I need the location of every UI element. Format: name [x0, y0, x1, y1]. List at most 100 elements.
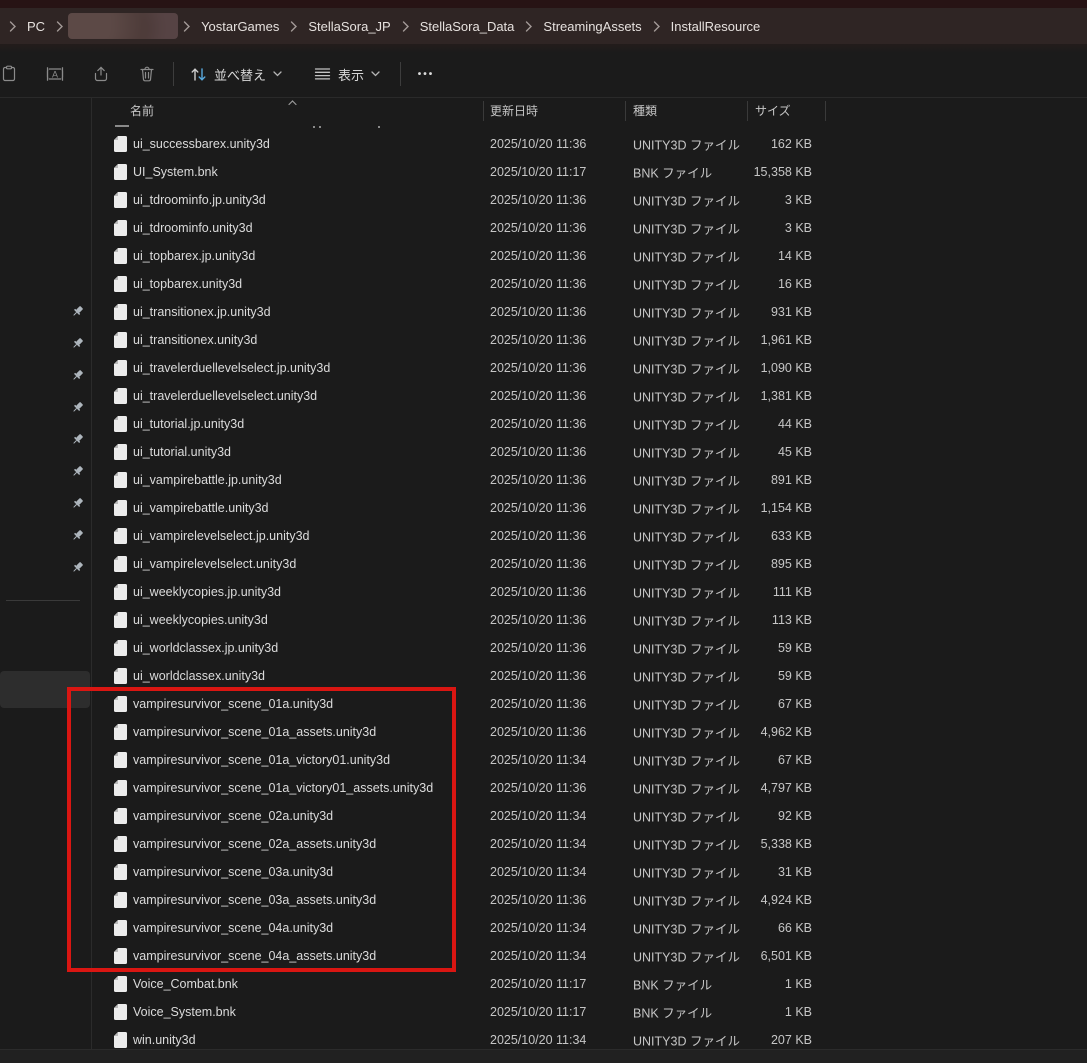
breadcrumb-item-installresource[interactable]: InstallResource — [663, 14, 769, 39]
file-size: 1,154 KB — [652, 501, 812, 515]
chevron-right-icon[interactable] — [287, 21, 300, 32]
table-row[interactable]: ui_successbarex.unity3d 2025/10/20 11:36… — [92, 130, 1087, 158]
table-row[interactable]: vampiresurvivor_scene_02a.unity3d 2025/1… — [92, 802, 1087, 830]
chevron-right-icon[interactable] — [53, 21, 66, 32]
pin-icon[interactable] — [71, 401, 85, 415]
table-row[interactable]: vampiresurvivor_scene_01a_victory01_asse… — [92, 774, 1087, 802]
file-name: ui_worldclassex.jp.unity3d — [133, 641, 278, 655]
file-date: 2025/10/20 11:34 — [490, 809, 586, 823]
table-row[interactable]: vampiresurvivor_scene_01a.unity3d 2025/1… — [92, 690, 1087, 718]
pin-icon[interactable] — [71, 305, 85, 319]
chevron-right-icon[interactable] — [399, 21, 412, 32]
table-row[interactable]: vampiresurvivor_scene_03a.unity3d 2025/1… — [92, 858, 1087, 886]
table-row[interactable]: ui_topbarex.unity3d 2025/10/20 11:36 UNI… — [92, 270, 1087, 298]
file-date: 2025/10/20 11:36 — [490, 249, 586, 263]
chevron-right-icon[interactable] — [180, 21, 193, 32]
file-icon — [114, 1032, 127, 1048]
pin-icon[interactable] — [71, 465, 85, 479]
table-row[interactable]: ui_weeklycopies.jp.unity3d 2025/10/20 11… — [92, 578, 1087, 606]
file-date: 2025/10/20 11:34 — [490, 865, 586, 879]
file-icon — [114, 500, 127, 516]
column-header-date[interactable]: 更新日時 — [490, 98, 538, 124]
table-row[interactable]: ui_vampirelevelselect.unity3d 2025/10/20… — [92, 550, 1087, 578]
file-date: 2025/10/20 11:34 — [490, 753, 586, 767]
table-row[interactable]: ui_tutorial.jp.unity3d 2025/10/20 11:36 … — [92, 410, 1087, 438]
window-top-strip — [0, 0, 1087, 8]
table-row[interactable]: ui_travelerduellevelselect.unity3d 2025/… — [92, 382, 1087, 410]
view-button[interactable]: 表示 — [304, 57, 390, 91]
file-name: ui_vampirebattle.unity3d — [133, 501, 269, 515]
table-row[interactable]: Voice_Combat.bnk 2025/10/20 11:17 BNK ファ… — [92, 970, 1087, 998]
table-row[interactable]: ui_vampirebattle.unity3d 2025/10/20 11:3… — [92, 494, 1087, 522]
file-rows: ui_successbarex.unity3d 2025/10/20 11:36… — [92, 130, 1087, 1054]
file-date: 2025/10/20 11:36 — [490, 669, 586, 683]
column-separator[interactable] — [747, 101, 748, 121]
file-icon — [114, 248, 127, 264]
file-name: ui_worldclassex.unity3d — [133, 669, 265, 683]
table-row[interactable]: vampiresurvivor_scene_04a_assets.unity3d… — [92, 942, 1087, 970]
table-row[interactable]: vampiresurvivor_scene_04a.unity3d 2025/1… — [92, 914, 1087, 942]
column-separator[interactable] — [625, 101, 626, 121]
table-row[interactable]: UI_System.bnk 2025/10/20 11:17 BNK ファイル … — [92, 158, 1087, 186]
column-header-type[interactable]: 種類 — [633, 98, 657, 124]
pin-icon[interactable] — [71, 369, 85, 383]
table-row[interactable]: ui_tutorial.unity3d 2025/10/20 11:36 UNI… — [92, 438, 1087, 466]
table-row[interactable]: vampiresurvivor_scene_01a_victory01.unit… — [92, 746, 1087, 774]
sort-button[interactable]: 並べ替え — [180, 57, 292, 91]
pin-icon[interactable] — [71, 433, 85, 447]
file-date: 2025/10/20 11:36 — [490, 361, 586, 375]
table-row[interactable]: ui_vampirelevelselect.jp.unity3d 2025/10… — [92, 522, 1087, 550]
table-row[interactable]: vampiresurvivor_scene_02a_assets.unity3d… — [92, 830, 1087, 858]
table-row[interactable]: ui_worldclassex.jp.unity3d 2025/10/20 11… — [92, 634, 1087, 662]
table-row[interactable]: ui_transitionex.unity3d 2025/10/20 11:36… — [92, 326, 1087, 354]
paste-button[interactable] — [0, 57, 28, 91]
delete-button[interactable] — [128, 57, 166, 91]
toolbar: A 並べ替え 表示 ••• — [0, 52, 1087, 96]
breadcrumb-item-redacted[interactable] — [68, 13, 178, 39]
file-icon — [114, 836, 127, 852]
file-date: 2025/10/20 11:17 — [490, 977, 586, 991]
breadcrumb-item-pc[interactable]: PC — [19, 14, 53, 39]
chevron-right-icon[interactable] — [6, 21, 19, 32]
table-row[interactable]: ui_tdroominfo.unity3d 2025/10/20 11:36 U… — [92, 214, 1087, 242]
breadcrumb-item-streamingassets[interactable]: StreamingAssets — [535, 14, 649, 39]
pin-icon[interactable] — [71, 561, 85, 575]
table-row[interactable]: ui_transitionex.jp.unity3d 2025/10/20 11… — [92, 298, 1087, 326]
table-row[interactable]: ui_travelerduellevelselect.jp.unity3d 20… — [92, 354, 1087, 382]
file-date: 2025/10/20 11:17 — [490, 1005, 586, 1019]
clipped-row-remnant — [319, 126, 321, 128]
file-date: 2025/10/20 11:36 — [490, 389, 586, 403]
more-options-button[interactable]: ••• — [407, 57, 445, 91]
chevron-right-icon[interactable] — [650, 21, 663, 32]
breadcrumb-item-stellasora_data[interactable]: StellaSora_Data — [412, 14, 523, 39]
file-name: vampiresurvivor_scene_03a_assets.unity3d — [133, 893, 376, 907]
pin-icon[interactable] — [71, 529, 85, 543]
toolbar-separator — [400, 62, 401, 86]
table-row[interactable]: ui_worldclassex.unity3d 2025/10/20 11:36… — [92, 662, 1087, 690]
file-size: 5,338 KB — [652, 837, 812, 851]
sidebar-item-selected[interactable] — [0, 671, 90, 708]
chevron-right-icon[interactable] — [522, 21, 535, 32]
rename-button[interactable]: A — [36, 57, 74, 91]
file-icon — [114, 556, 127, 572]
share-button[interactable] — [82, 57, 120, 91]
column-header-name[interactable]: 名前 — [130, 98, 154, 124]
table-row[interactable]: ui_tdroominfo.jp.unity3d 2025/10/20 11:3… — [92, 186, 1087, 214]
table-row[interactable]: vampiresurvivor_scene_01a_assets.unity3d… — [92, 718, 1087, 746]
pin-icon[interactable] — [71, 337, 85, 351]
breadcrumb-item-stellasora_jp[interactable]: StellaSora_JP — [300, 14, 398, 39]
column-header-size[interactable]: サイズ — [755, 98, 791, 124]
file-date: 2025/10/20 11:36 — [490, 473, 586, 487]
file-icon — [114, 528, 127, 544]
column-separator[interactable] — [483, 101, 484, 121]
table-row[interactable]: vampiresurvivor_scene_03a_assets.unity3d… — [92, 886, 1087, 914]
table-row[interactable]: ui_topbarex.jp.unity3d 2025/10/20 11:36 … — [92, 242, 1087, 270]
file-name: ui_weeklycopies.jp.unity3d — [133, 585, 281, 599]
file-date: 2025/10/20 11:36 — [490, 781, 586, 795]
column-separator[interactable] — [825, 101, 826, 121]
table-row[interactable]: ui_vampirebattle.jp.unity3d 2025/10/20 1… — [92, 466, 1087, 494]
breadcrumb-item-yostargames[interactable]: YostarGames — [193, 14, 287, 39]
table-row[interactable]: Voice_System.bnk 2025/10/20 11:17 BNK ファ… — [92, 998, 1087, 1026]
table-row[interactable]: ui_weeklycopies.unity3d 2025/10/20 11:36… — [92, 606, 1087, 634]
pin-icon[interactable] — [71, 497, 85, 511]
